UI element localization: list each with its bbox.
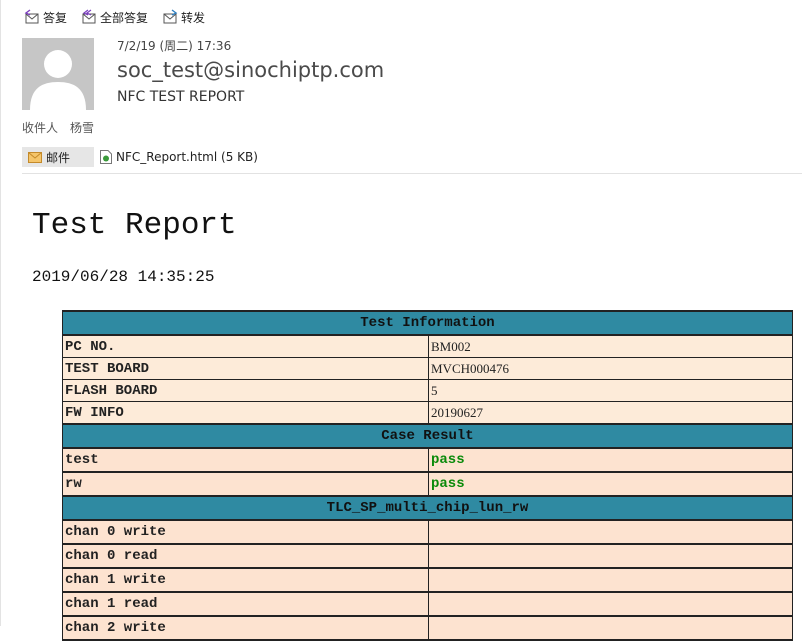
table-row: chan 0 write — [62, 519, 793, 545]
section-test-name: TLC_SP_multi_chip_lun_rw — [62, 495, 793, 521]
info-key: FW INFO — [62, 401, 429, 425]
report-title: Test Report — [32, 208, 237, 243]
attachment-name: NFC_Report.html (5 KB) — [116, 150, 258, 164]
mail-body-tab[interactable]: 邮件 — [22, 147, 95, 167]
table-row: PC NO. BM002 — [62, 334, 793, 358]
case-status: pass — [428, 447, 793, 473]
channel-op: chan 0 read — [62, 543, 429, 569]
channel-result — [428, 591, 793, 617]
info-value: 5 — [428, 379, 793, 402]
envelope-icon — [28, 151, 42, 163]
case-status: pass — [428, 471, 793, 497]
recipient-name[interactable]: 杨雪 — [70, 119, 94, 136]
section-header-row: Case Result — [62, 423, 793, 449]
channel-result — [428, 519, 793, 545]
table-row: chan 0 read — [62, 543, 793, 569]
forward-button[interactable]: 转发 — [162, 9, 205, 26]
person-icon — [30, 50, 86, 110]
channel-op: chan 2 write — [62, 615, 429, 641]
attachment-file[interactable]: NFC_Report.html (5 KB) — [100, 150, 258, 164]
reply-all-icon — [82, 9, 96, 24]
mail-tab-label: 邮件 — [46, 150, 71, 165]
sender-avatar — [22, 38, 94, 110]
section-case-result: Case Result — [62, 423, 793, 449]
info-value: 20190627 — [428, 401, 793, 425]
table-row: chan 1 read — [62, 591, 793, 617]
window-border — [0, 0, 1, 626]
table-row: FLASH BOARD 5 — [62, 379, 793, 402]
case-name: rw — [62, 471, 429, 497]
info-key: PC NO. — [62, 334, 429, 358]
info-value: MVCH000476 — [428, 357, 793, 380]
channel-op: chan 1 read — [62, 591, 429, 617]
reply-all-button[interactable]: 全部答复 — [81, 9, 148, 26]
report-table: Test Information PC NO. BM002 TEST BOARD… — [62, 310, 793, 641]
header-divider — [22, 173, 802, 174]
channel-op: chan 1 write — [62, 567, 429, 593]
forward-label: 转发 — [181, 10, 206, 25]
sender-address[interactable]: soc_test@sinochiptp.com — [117, 58, 384, 82]
reply-all-label: 全部答复 — [100, 10, 149, 25]
info-key: TEST BOARD — [62, 357, 429, 380]
recipient-row: 收件人 杨雪 — [22, 119, 94, 136]
channel-op: chan 0 write — [62, 519, 429, 545]
table-row: rw pass — [62, 471, 793, 497]
to-label: 收件人 — [22, 121, 59, 135]
table-row: chan 2 write — [62, 615, 793, 641]
message-date: 7/2/19 (周二) 17:36 — [117, 39, 232, 53]
channel-result — [428, 543, 793, 569]
info-value: BM002 — [428, 334, 793, 358]
table-row: FW INFO 20190627 — [62, 401, 793, 425]
table-row: chan 1 write — [62, 567, 793, 593]
report-datetime: 2019/06/28 14:35:25 — [32, 268, 215, 286]
table-row: test pass — [62, 447, 793, 473]
section-header-row: Test Information — [62, 310, 793, 336]
info-key: FLASH BOARD — [62, 379, 429, 402]
forward-icon — [163, 9, 178, 24]
message-toolbar: 答复 全部答复 转发 — [24, 7, 205, 27]
channel-result — [428, 615, 793, 641]
reply-button[interactable]: 答复 — [24, 9, 67, 26]
table-row: TEST BOARD MVCH000476 — [62, 357, 793, 380]
attachment-bar: 邮件 NFC_Report.html (5 KB) — [22, 147, 258, 167]
channel-result — [428, 567, 793, 593]
html-file-icon — [100, 150, 113, 164]
section-test-information: Test Information — [62, 310, 793, 336]
reply-icon — [24, 9, 39, 24]
reply-label: 答复 — [43, 10, 68, 25]
case-name: test — [62, 447, 429, 473]
message-subject: NFC TEST REPORT — [117, 89, 245, 105]
section-header-row: TLC_SP_multi_chip_lun_rw — [62, 495, 793, 521]
